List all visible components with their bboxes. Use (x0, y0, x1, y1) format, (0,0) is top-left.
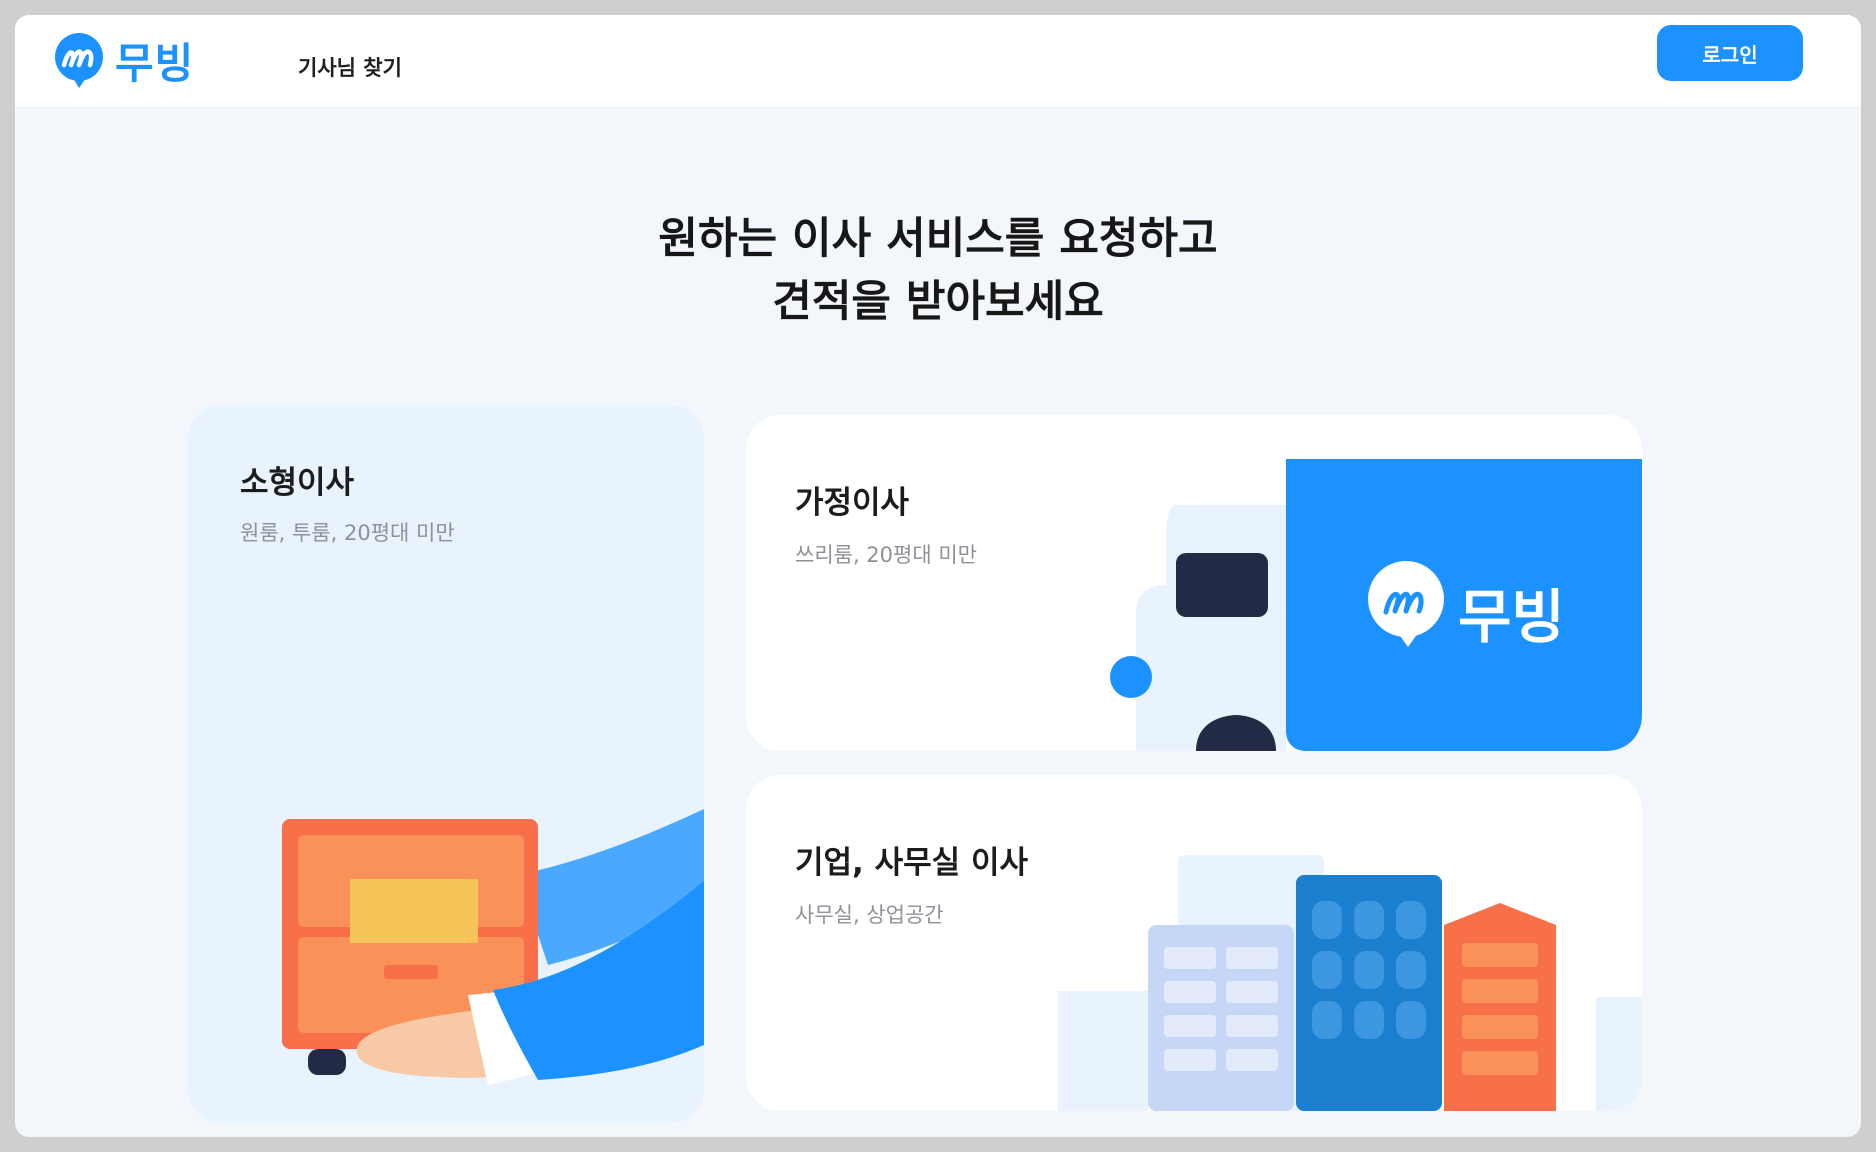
hero-line-1: 원하는 이사 서비스를 요청하고 (658, 214, 1218, 264)
brand-logo[interactable]: 무빙 (53, 25, 194, 95)
card-title: 가정이사 (795, 485, 910, 521)
top-header: 무빙 기사님 찾기 로그인 (15, 15, 1861, 108)
box-hand-illustration (282, 809, 704, 1085)
card-office-move[interactable]: 기업, 사무실 이사 사무실, 상업공간 (746, 775, 1642, 1111)
card-title: 기업, 사무실 이사 (795, 845, 1029, 881)
card-home-move[interactable]: 가정이사 쓰리룸, 20평대 미만 무빙 (746, 415, 1642, 751)
card-subtitle: 사무실, 상업공간 (795, 903, 944, 927)
logo-text: 무빙 (115, 38, 195, 88)
card-title: 소형이사 (240, 465, 355, 501)
moving-logo-icon (55, 33, 103, 88)
card-small-move[interactable]: 소형이사 원룸, 투룸, 20평대 미만 (188, 405, 704, 1123)
app-window: 무빙 기사님 찾기 로그인 원하는 이사 서비스를 요청하고 견적을 받아보세요 (15, 15, 1861, 1137)
truck-logo-text: 무빙 (1458, 583, 1565, 651)
buildings-illustration (1058, 855, 1642, 1111)
login-button[interactable]: 로그인 (1657, 25, 1803, 81)
nav-find-driver[interactable]: 기사님 찾기 (298, 52, 402, 82)
hero-title: 원하는 이사 서비스를 요청하고 견적을 받아보세요 (15, 208, 1861, 334)
card-subtitle: 원룸, 투룸, 20평대 미만 (240, 521, 455, 545)
hero-line-2: 견적을 받아보세요 (772, 277, 1104, 327)
card-subtitle: 쓰리룸, 20평대 미만 (795, 543, 977, 567)
